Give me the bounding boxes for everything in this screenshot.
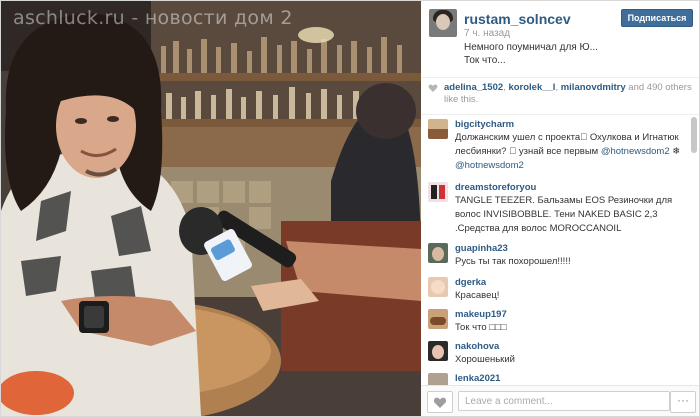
likes-connector: and bbox=[628, 82, 645, 93]
liker-link-3[interactable]: milanovdmitry bbox=[561, 82, 626, 93]
heart-icon bbox=[433, 397, 447, 408]
commenter-avatar[interactable] bbox=[428, 119, 448, 139]
liker-link-1[interactable]: adelina_1502 bbox=[444, 82, 503, 93]
post-side-panel: rustam_solncev 7 ч. назад Немного поумни… bbox=[421, 1, 699, 416]
mention-link[interactable]: @hotnewsdom2 bbox=[455, 160, 524, 171]
commenter-username[interactable]: dreamstoreforyou bbox=[455, 182, 536, 193]
comment-text: Русь ты так похорошел!!!!! bbox=[455, 256, 571, 267]
post-header: rustam_solncev 7 ч. назад Немного поумни… bbox=[421, 1, 699, 78]
comment-text: Должанским ушел с проекта  Охулкова и Иг… bbox=[455, 131, 691, 173]
comment-text: TANGLE TEEZER. Бальзамы EOS Резиночки дл… bbox=[455, 195, 673, 234]
commenter-username[interactable]: bigcitycharm bbox=[455, 119, 514, 130]
instagram-embed: aschluck.ru - новости дом 2 rustam_solnc… bbox=[0, 0, 700, 417]
comments-scrollbar[interactable] bbox=[691, 117, 697, 153]
mention-link[interactable]: @hotnewsdom2 bbox=[601, 146, 670, 157]
commenter-avatar[interactable] bbox=[428, 341, 448, 361]
caption-line-2: Ток что... bbox=[464, 55, 506, 66]
commenter-avatar[interactable] bbox=[428, 373, 448, 385]
post-photo-image bbox=[1, 1, 421, 416]
follow-button[interactable]: Подписаться bbox=[621, 9, 693, 27]
author-avatar[interactable] bbox=[429, 9, 457, 37]
post-caption: Немного поумничал для Ю... Ток что... bbox=[464, 41, 654, 67]
commenter-username[interactable]: makeup197 bbox=[455, 309, 507, 320]
comments-list[interactable]: bigcitycharm Должанским ушел с проекта  … bbox=[421, 115, 699, 385]
commenter-username[interactable]: dgerka bbox=[455, 277, 486, 288]
commenter-username[interactable]: guapinha23 bbox=[455, 243, 508, 254]
heart-icon bbox=[428, 84, 438, 92]
comment-emoji: ❄ bbox=[669, 146, 681, 157]
likes-others-count[interactable]: 490 bbox=[647, 82, 663, 93]
more-options-button[interactable]: ··· bbox=[670, 391, 696, 413]
post-photo[interactable]: aschluck.ru - новости дом 2 bbox=[1, 1, 421, 416]
commenter-username[interactable]: nakohova bbox=[455, 341, 499, 352]
watermark-text: aschluck.ru - новости дом 2 bbox=[13, 7, 293, 29]
comment-text: Хорошенький bbox=[455, 354, 515, 365]
comment-footer: ··· bbox=[421, 385, 699, 416]
comment-text: Красавец! bbox=[455, 290, 500, 301]
commenter-username[interactable]: lenka2021 bbox=[455, 373, 500, 384]
likes-summary: adelina_1502, korolek__l, milanovdmitry … bbox=[421, 78, 699, 115]
like-button[interactable] bbox=[427, 391, 453, 413]
commenter-avatar[interactable] bbox=[428, 243, 448, 263]
commenter-avatar[interactable] bbox=[428, 309, 448, 329]
comment-input[interactable] bbox=[458, 391, 670, 411]
author-username[interactable]: rustam_solncev bbox=[464, 11, 571, 27]
commenter-avatar[interactable] bbox=[428, 277, 448, 297]
post-timestamp[interactable]: 7 ч. назад bbox=[464, 28, 510, 39]
likes-text: adelina_1502, korolek__l, milanovdmitry … bbox=[444, 82, 692, 105]
liker-link-2[interactable]: korolek__l bbox=[508, 82, 555, 93]
comment-text: Ток что □□□ bbox=[455, 322, 507, 333]
caption-line-1: Немного поумничал для Ю... bbox=[464, 42, 598, 53]
avatar-face-shape bbox=[436, 14, 450, 30]
commenter-avatar[interactable] bbox=[428, 182, 448, 202]
